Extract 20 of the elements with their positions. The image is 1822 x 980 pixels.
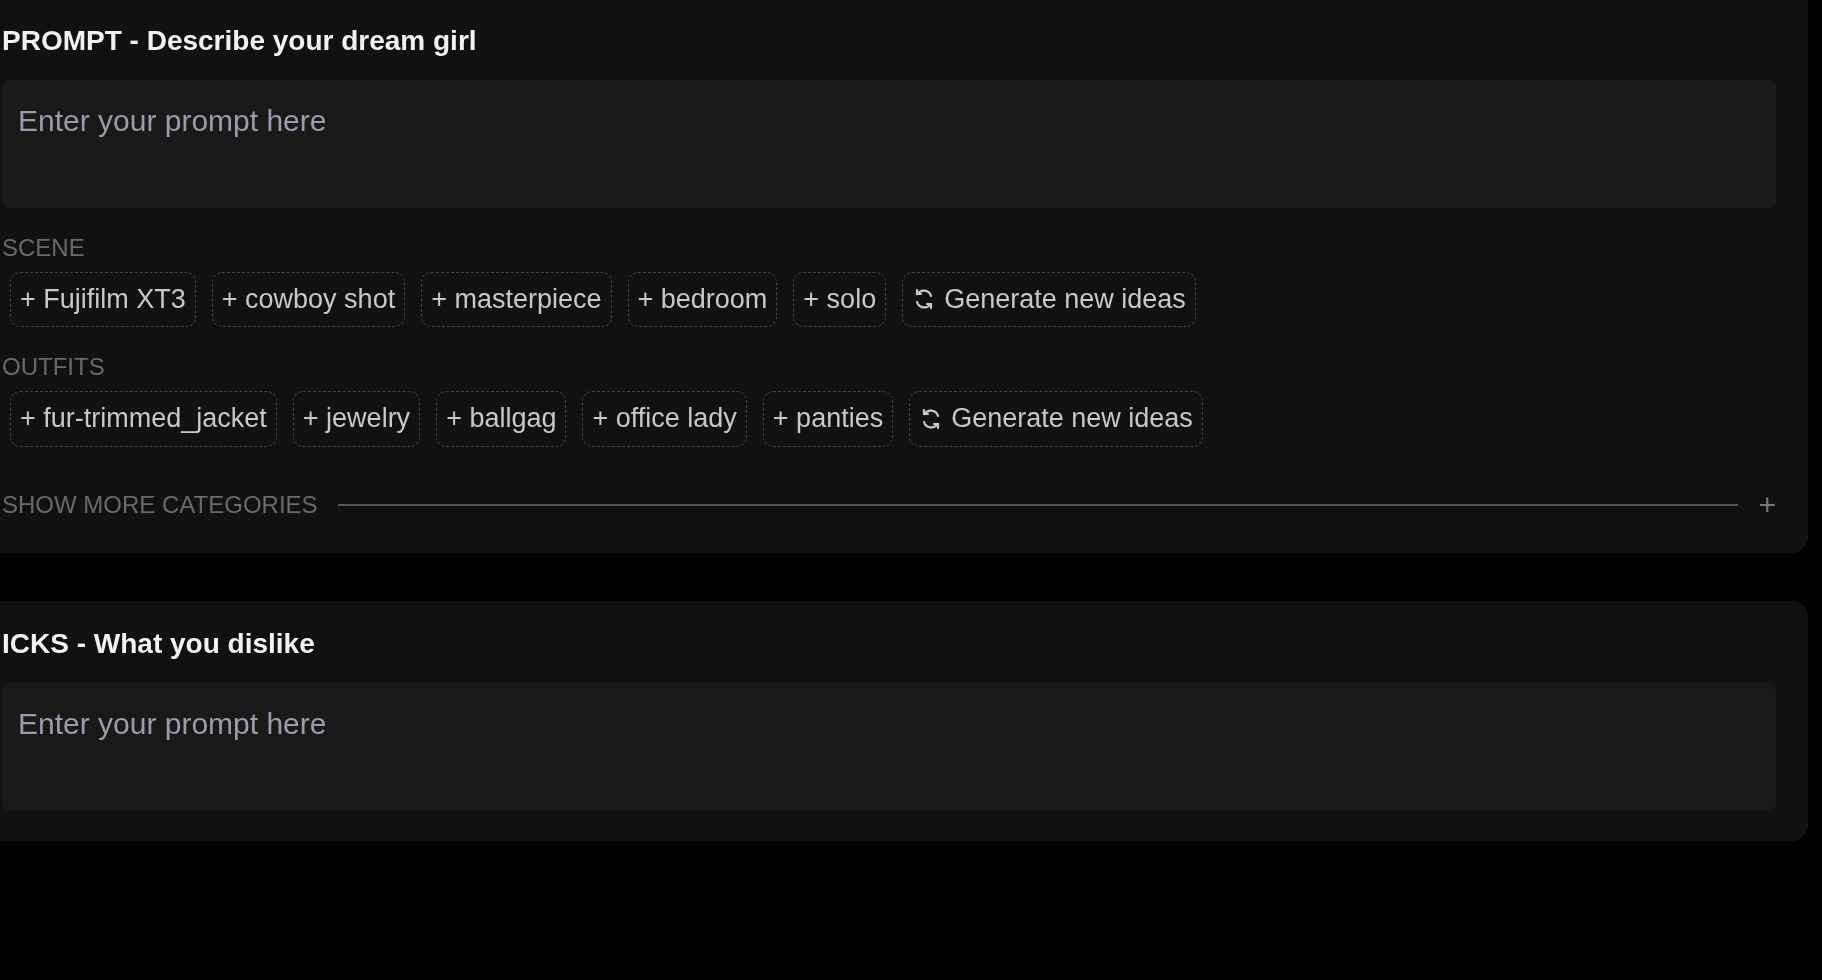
tag-chip[interactable]: + office lady <box>582 391 747 448</box>
tag-chip[interactable]: + solo <box>793 271 887 328</box>
tag-chip[interactable]: + ballgag <box>436 391 567 448</box>
tag-chip[interactable]: + bedroom <box>627 271 778 328</box>
tag-chip[interactable]: + cowboy shot <box>211 271 406 328</box>
section-title: ICKS - What you dislike <box>2 627 316 661</box>
section-title: PROMPT - Describe your dream girl <box>2 24 478 58</box>
category-label: OUTFITS <box>2 355 106 380</box>
prompt-field[interactable]: Enter your prompt here <box>2 79 1776 208</box>
show-more-label: SHOW MORE CATEGORIES <box>2 490 318 521</box>
expand-button[interactable]: + <box>1758 490 1776 521</box>
tag-chip[interactable]: + Fujifilm XT3 <box>10 271 196 328</box>
tag-chip[interactable]: + panties <box>762 391 894 448</box>
tag-chip[interactable]: + masterpiece <box>421 271 612 328</box>
generate-button[interactable]: Generate new ideas <box>909 391 1203 448</box>
category-label: SCENE <box>2 235 86 260</box>
tag-chip[interactable]: + fur-trimmed_jacket <box>10 391 277 448</box>
tag-chip[interactable]: + jewelry <box>292 391 421 448</box>
prompt-field[interactable]: Enter your prompt here <box>2 682 1776 811</box>
generate-button[interactable]: Generate new ideas <box>902 271 1196 328</box>
